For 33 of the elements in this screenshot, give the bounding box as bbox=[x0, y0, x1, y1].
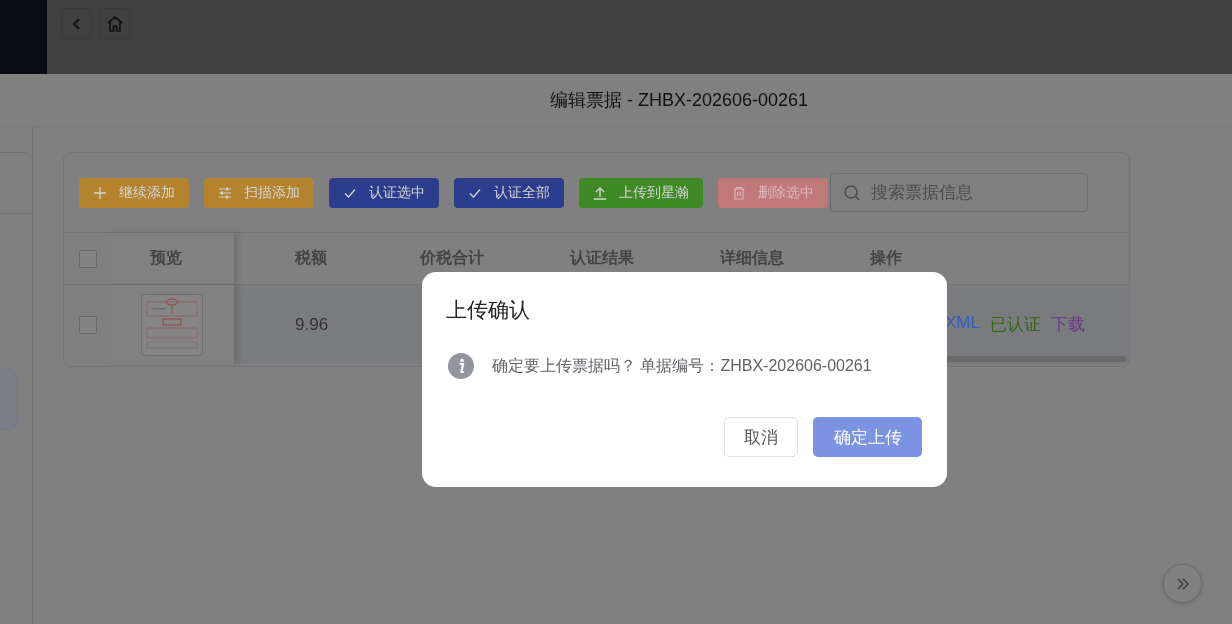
column-header: 认证结果 bbox=[570, 249, 634, 266]
toolbar-button[interactable]: 认证全部 bbox=[454, 177, 564, 208]
dialog-title: 上传确认 bbox=[446, 297, 531, 323]
action-link[interactable]: 已认证 bbox=[989, 313, 1041, 336]
column-header: 操作 bbox=[870, 249, 902, 266]
expand-button[interactable] bbox=[1163, 564, 1202, 603]
upload-icon bbox=[593, 185, 607, 200]
column-header: 详细信息 bbox=[720, 249, 784, 266]
cancel-button[interactable]: 取消 bbox=[724, 417, 798, 457]
back-button[interactable] bbox=[61, 8, 92, 39]
action-link[interactable]: 下载 bbox=[1050, 313, 1085, 336]
drawer-title: 编辑票据 - ZHBX-202606-00261 bbox=[549, 89, 809, 112]
home-icon bbox=[105, 14, 124, 33]
checkbox[interactable] bbox=[79, 315, 97, 334]
double-chevron-right-icon bbox=[1175, 576, 1190, 591]
home-button[interactable] bbox=[99, 8, 130, 39]
table-cell: 9.96 bbox=[295, 314, 329, 334]
search-icon bbox=[843, 184, 861, 202]
column-header: 预览 bbox=[149, 248, 182, 268]
column-header: 税额 bbox=[295, 249, 327, 266]
info-icon bbox=[448, 353, 474, 379]
checkbox[interactable] bbox=[79, 249, 97, 268]
plus-icon bbox=[93, 185, 107, 200]
column-header: 价税合计 bbox=[420, 249, 484, 266]
toolbar-button[interactable]: 上传到星瀚 bbox=[579, 177, 703, 208]
sliders-icon bbox=[218, 185, 232, 200]
confirm-button[interactable]: 确定上传 bbox=[813, 417, 922, 457]
toolbar-button[interactable]: 继续添加 bbox=[79, 177, 189, 208]
toolbar-button[interactable]: 认证选中 bbox=[329, 177, 439, 208]
trash-icon bbox=[732, 185, 746, 200]
dialog-message: 确定要上传票据吗？ 单据编号：ZHBX-202606-00261 bbox=[492, 355, 872, 376]
toolbar-button[interactable]: 扫描添加 bbox=[204, 177, 314, 208]
action-link[interactable]: XML bbox=[945, 313, 980, 336]
